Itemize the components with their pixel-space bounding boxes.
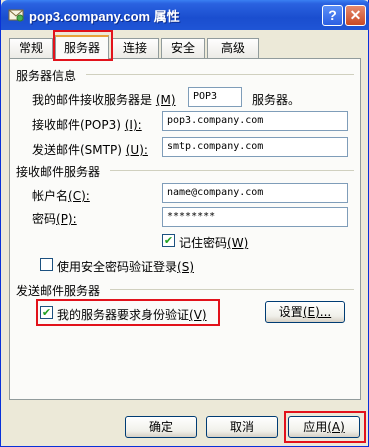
servers-panel: 服务器信息 我的邮件接收服务器是 (M) POP3 服务器。 接收邮件(POP3… [9, 58, 361, 400]
remember-password-label[interactable]: 记住密码(W) [179, 234, 248, 251]
apply-button[interactable]: 应用(A) [288, 416, 360, 438]
properties-dialog: pop3.company.com 属性 ? ✕ 常规 服务器 连接 安全 高级 … [0, 0, 369, 447]
title-bar[interactable]: pop3.company.com 属性 ? ✕ [1, 0, 369, 30]
cancel-button[interactable]: 取消 [206, 416, 278, 438]
tab-general[interactable]: 常规 [9, 38, 53, 58]
remember-password-checkbox[interactable]: ✔ [162, 234, 175, 247]
close-button[interactable]: ✕ [345, 5, 366, 26]
password-label: 密码(P): [32, 212, 77, 226]
settings-button[interactable]: 设置(E)... [265, 301, 345, 323]
password-input[interactable]: ******** [162, 207, 348, 227]
server-auth-checkbox[interactable]: ✔ [40, 306, 53, 319]
tab-advanced[interactable]: 高级 [207, 38, 259, 58]
section-divider [110, 170, 354, 171]
incoming-server-heading: 接收邮件服务器 [16, 165, 101, 179]
server-auth-label[interactable]: 我的服务器要求身份验证(V) [57, 306, 207, 323]
tab-security[interactable]: 安全 [161, 38, 205, 58]
section-divider [110, 289, 354, 290]
mail-account-icon [8, 9, 24, 22]
window-title: pop3.company.com 属性 [29, 9, 180, 24]
outgoing-server-label: 发送邮件(SMTP) (U): [32, 143, 148, 157]
incoming-type-suffix: 服务器。 [252, 93, 301, 107]
tab-servers[interactable]: 服务器 [55, 35, 109, 59]
spa-login-label[interactable]: 使用安全密码验证登录(S) [57, 258, 194, 275]
incoming-type-label: 我的邮件接收服务器是 (M) [32, 93, 176, 107]
outgoing-server-heading: 发送邮件服务器 [16, 284, 101, 298]
incoming-type-field[interactable]: POP3 [188, 87, 242, 107]
server-info-heading: 服务器信息 [16, 69, 77, 83]
help-button[interactable]: ? [322, 5, 343, 26]
incoming-server-label: 接收邮件(POP3) (I): [32, 118, 142, 132]
outgoing-server-input[interactable]: smtp.company.com [162, 137, 348, 157]
section-divider [86, 74, 354, 75]
incoming-server-input[interactable]: pop3.company.com [162, 111, 348, 131]
spa-login-checkbox[interactable] [40, 258, 53, 271]
ok-button[interactable]: 确定 [125, 416, 197, 438]
tab-connection[interactable]: 连接 [111, 38, 159, 58]
account-name-label: 帐户名(C): [32, 189, 90, 203]
account-name-input[interactable]: name@company.com [162, 183, 348, 203]
